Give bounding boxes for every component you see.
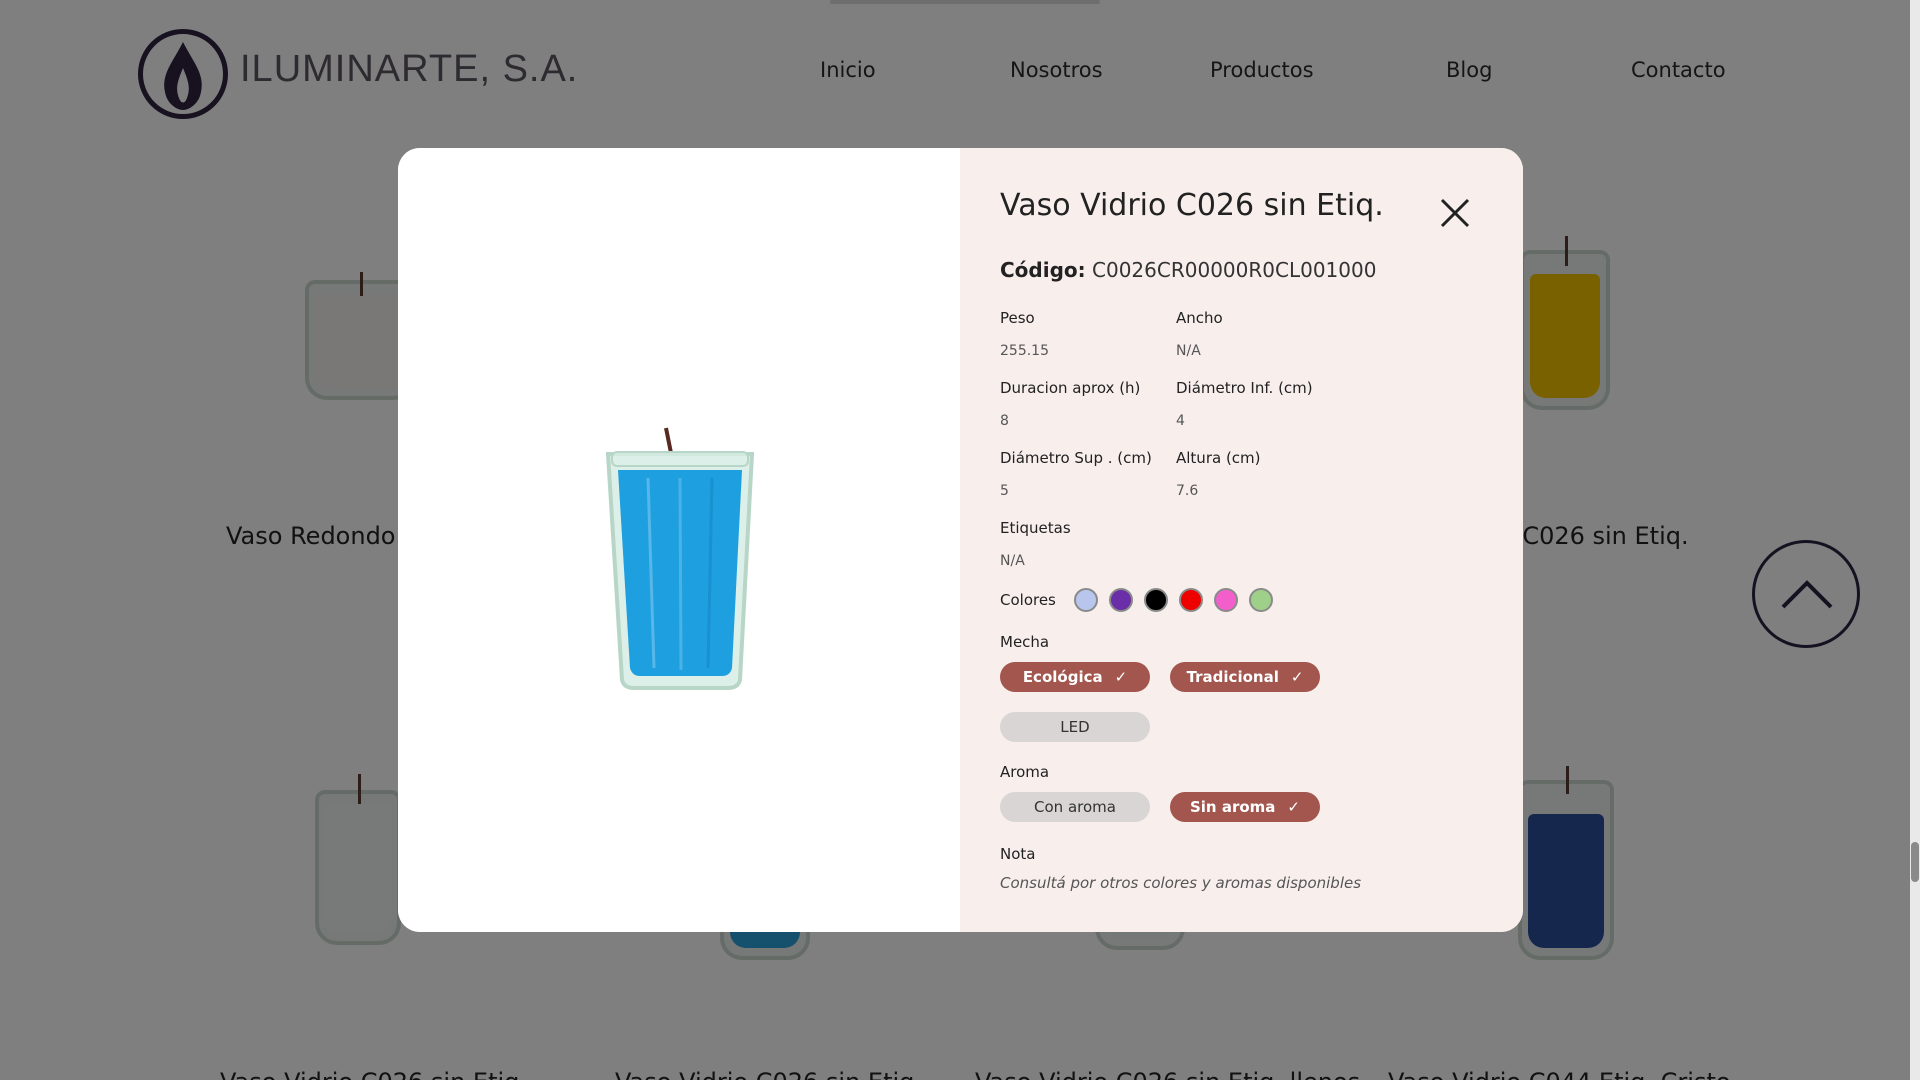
spec-label: Peso [1000, 309, 1035, 327]
spec-label: Ancho [1176, 309, 1223, 327]
spec-label: Duracion aprox (h) [1000, 379, 1141, 397]
spec-label: Diámetro Inf. (cm) [1176, 379, 1313, 397]
mecha-option-tradicional[interactable]: Tradicional ✓ [1170, 662, 1320, 692]
spec-diametro-inf: Diámetro Inf. (cm) 4 [1176, 379, 1313, 429]
spec-label: Diámetro Sup . (cm) [1000, 449, 1152, 467]
spec-etiquetas: Etiquetas N/A [1000, 519, 1071, 569]
page-scrollbar[interactable] [1910, 0, 1920, 1080]
aroma-option-sin-aroma[interactable]: Sin aroma ✓ [1170, 792, 1320, 822]
color-swatch-light-blue[interactable] [1074, 588, 1098, 612]
blue-candle-image [605, 427, 755, 690]
aroma-option-con-aroma[interactable]: Con aroma [1000, 792, 1150, 822]
spec-value: 5 [1000, 483, 1009, 499]
product-detail-modal: Vaso Vidrio C026 sin Etiq. Código: C0026… [398, 148, 1523, 932]
spec-label: Altura (cm) [1176, 449, 1261, 467]
spec-value: 7.6 [1176, 483, 1199, 499]
product-code-value: C0026CR00000R0CL001000 [1092, 258, 1377, 282]
check-icon: ✓ [1114, 668, 1128, 686]
check-icon: ✓ [1290, 668, 1304, 686]
color-swatch-purple[interactable] [1109, 588, 1133, 612]
pill-label: LED [1060, 718, 1090, 736]
product-info-panel: Vaso Vidrio C026 sin Etiq. Código: C0026… [960, 148, 1523, 932]
pill-label: Sin aroma [1189, 798, 1276, 816]
pill-label: Tradicional [1186, 668, 1279, 686]
product-code: Código: C0026CR00000R0CL001000 [1000, 258, 1376, 282]
spec-label: Etiquetas [1000, 519, 1071, 537]
spec-altura: Altura (cm) 7.6 [1176, 449, 1261, 499]
aroma-label: Aroma [1000, 763, 1050, 781]
spec-duracion: Duracion aprox (h) 8 [1000, 379, 1140, 429]
spec-value: 4 [1176, 413, 1185, 429]
color-swatch-black[interactable] [1144, 588, 1168, 612]
spec-value: N/A [1176, 343, 1201, 359]
nota-label: Nota [1000, 845, 1036, 863]
mecha-option-led[interactable]: LED [1000, 712, 1150, 742]
mecha-label: Mecha [1000, 633, 1050, 651]
product-title: Vaso Vidrio C026 sin Etiq. [1000, 188, 1384, 223]
pill-label: Con aroma [1034, 798, 1116, 816]
product-image-panel [398, 148, 960, 932]
spec-value: 8 [1000, 413, 1009, 429]
color-swatch-pink[interactable] [1214, 588, 1238, 612]
spec-diametro-sup: Diámetro Sup . (cm) 5 [1000, 449, 1152, 499]
close-icon[interactable] [1434, 192, 1476, 234]
color-swatch-red[interactable] [1179, 588, 1203, 612]
spec-peso: Peso 255.15 [1000, 309, 1049, 359]
colors-label: Colores [1000, 591, 1056, 609]
pill-label: Ecológica [1022, 668, 1103, 686]
spec-value: N/A [1000, 553, 1025, 569]
check-icon: ✓ [1287, 798, 1300, 816]
product-code-label: Código: [1000, 258, 1086, 282]
nota-text: Consultá por otros colores y aromas disp… [1000, 874, 1362, 892]
scrollbar-thumb[interactable] [1911, 842, 1919, 882]
mecha-option-ecologica[interactable]: Ecológica ✓ [1000, 662, 1150, 692]
spec-value: 255.15 [1000, 343, 1049, 359]
spec-ancho: Ancho N/A [1176, 309, 1223, 359]
color-swatch-green[interactable] [1249, 588, 1273, 612]
